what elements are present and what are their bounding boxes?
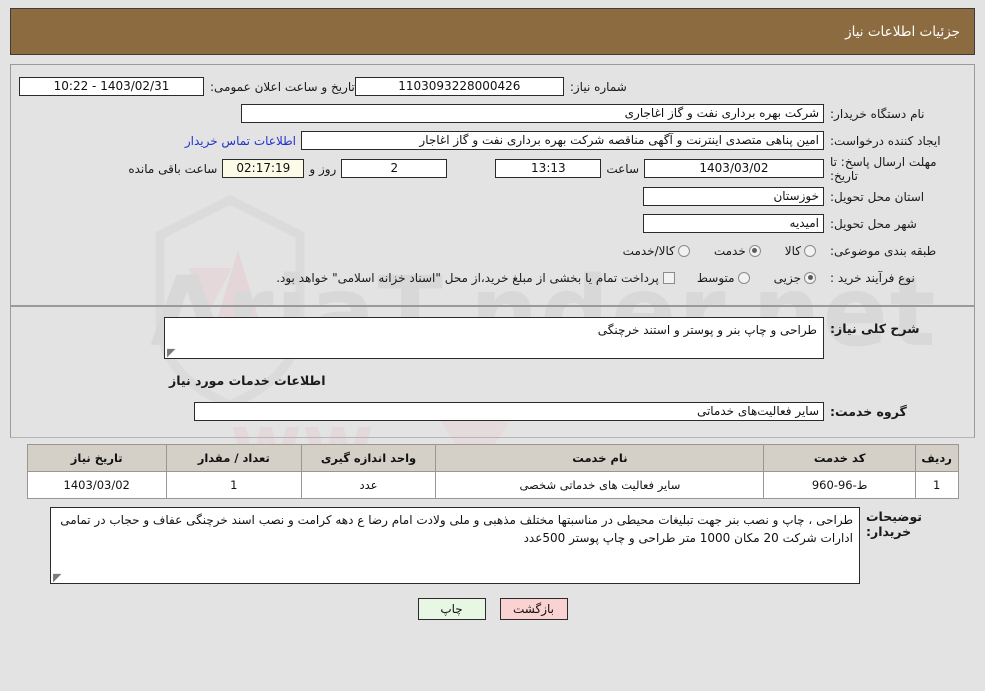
cell-unit: عدد: [300, 471, 437, 499]
table-header-row: ردیف کد خدمت نام خدمت واحد اندازه گیری ت…: [26, 444, 959, 472]
buyer-notes-textarea[interactable]: طراحی ، چاپ و نصب بنر جهت تبلیغات محیطی …: [50, 507, 860, 584]
cell-date: 1403/03/02: [26, 471, 167, 499]
resize-grip-icon[interactable]: ◥: [53, 571, 61, 583]
col-header-qty: تعداد / مقدار: [165, 444, 302, 472]
services-table-wrap: ردیف کد خدمت نام خدمت واحد اندازه گیری ت…: [15, 444, 970, 499]
category-label: طبقه بندی موضوعی:: [830, 243, 937, 258]
service-group-label: گروه خدمت:: [830, 404, 907, 419]
city-value: امیدیه: [643, 214, 824, 233]
radio-category-khedmat-label: خدمت: [713, 243, 746, 258]
creator-value: امین پناهی متصدی اینترنت و آگهی مناقصه ش…: [301, 131, 824, 150]
services-panel: شرح کلی نیاز: طراحی و چاپ بنر و پوستر و …: [10, 307, 975, 438]
row-need-number: شماره نیاز: 1103093228000426 تاریخ و ساع…: [19, 73, 962, 100]
treasury-checkbox-label: پرداخت تمام یا بخشی از مبلغ خرید،از محل …: [276, 270, 659, 285]
description-textarea[interactable]: طراحی و چاپ بنر و پوستر و استند خرچنگی ◥: [164, 317, 824, 359]
need-info-panel: شماره نیاز: 1103093228000426 تاریخ و ساع…: [10, 64, 975, 307]
row-process: نوع فرآیند خرید : جزیی متوسط پرداخت تمام…: [19, 264, 962, 291]
need-number-label: شماره نیاز:: [569, 79, 627, 94]
resize-grip-icon[interactable]: ◥: [167, 346, 175, 358]
remaining-suffix-text: ساعت باقی مانده: [128, 161, 218, 176]
col-header-unit: واحد اندازه گیری: [300, 444, 437, 472]
process-label: نوع فرآیند خرید :: [830, 270, 915, 285]
creator-label: ایجاد کننده درخواست:: [830, 133, 941, 148]
radio-category-khedmat[interactable]: [748, 244, 761, 257]
col-header-code: کد خدمت: [763, 444, 916, 472]
announce-datetime-label: تاریخ و ساعت اعلان عمومی:: [210, 79, 355, 94]
remaining-clock-value: 02:17:19: [222, 159, 305, 178]
buyer-notes-value: طراحی ، چاپ و نصب بنر جهت تبلیغات محیطی …: [60, 513, 853, 545]
deadline-hour-label: ساعت: [606, 161, 639, 176]
buyer-org-label: نام دستگاه خریدار:: [830, 106, 925, 121]
page-title: جزئیات اطلاعات نیاز: [845, 23, 960, 40]
description-value: طراحی و چاپ بنر و پوستر و استند خرچنگی: [597, 323, 817, 337]
radio-category-kala-label: کالا: [784, 243, 801, 258]
radio-category-kala-khedmat-label: کالا/خدمت: [622, 243, 675, 258]
province-label: استان محل تحویل:: [830, 189, 925, 204]
deadline-label: مهلت ارسال پاسخ: تا تاریخ:: [830, 154, 937, 183]
print-button[interactable]: چاپ: [417, 598, 486, 620]
services-heading: اطلاعات خدمات مورد نیاز: [169, 373, 326, 388]
row-category: طبقه بندی موضوعی: کالا خدمت کالا/خدمت: [19, 237, 962, 264]
radio-process-motavasset[interactable]: [737, 271, 750, 284]
cell-qty: 1: [165, 471, 302, 499]
deadline-time-value: 13:13: [495, 159, 602, 178]
row-deadline: مهلت ارسال پاسخ: تا تاریخ: 1403/03/02 سا…: [19, 154, 962, 183]
announce-datetime-value: 1403/02/31 - 10:22: [19, 77, 204, 96]
page-root: جزئیات اطلاعات نیاز شماره نیاز: 11030932…: [0, 0, 985, 691]
remaining-days-text: روز و: [309, 161, 337, 176]
radio-category-kala[interactable]: [804, 244, 816, 257]
cell-radif: 1: [914, 471, 959, 499]
row-province: استان محل تحویل: خوزستان: [19, 183, 962, 210]
action-buttons: بازگشت چاپ: [10, 598, 975, 620]
radio-process-jozi[interactable]: [804, 271, 816, 284]
row-city: شهر محل تحویل: امیدیه: [19, 210, 962, 237]
buyer-org-value: شرکت بهره برداری نفت و گاز اغاجاری: [241, 104, 824, 123]
row-buyer-org: نام دستگاه خریدار: شرکت بهره برداری نفت …: [19, 100, 962, 127]
radio-process-motavasset-label: متوسط: [696, 270, 735, 285]
city-label: شهر محل تحویل:: [830, 216, 917, 231]
province-value: خوزستان: [643, 187, 824, 206]
col-header-date: تاریخ نیاز: [26, 444, 167, 472]
table-row[interactable]: 1 ط-96-960 سایر فعالیت های خدماتی شخصی ع…: [26, 471, 959, 499]
cell-code: ط-96-960: [763, 471, 916, 499]
buyer-contact-link[interactable]: اطلاعات تماس خریدار: [180, 134, 301, 148]
row-creator: ایجاد کننده درخواست: امین پناهی متصدی ای…: [19, 127, 962, 154]
description-label: شرح کلی نیاز:: [830, 321, 920, 336]
service-group-value: سایر فعالیت‌های خدماتی: [194, 402, 824, 421]
col-header-name: نام خدمت: [435, 444, 765, 472]
need-number-value: 1103093228000426: [354, 77, 564, 96]
treasury-checkbox[interactable]: [662, 271, 675, 284]
back-button[interactable]: بازگشت: [499, 598, 568, 620]
buyer-notes-label: توضیحات خریدار:: [866, 509, 922, 539]
deadline-date-value: 1403/03/02: [644, 159, 824, 178]
page-header: جزئیات اطلاعات نیاز: [10, 8, 975, 55]
col-header-radif: ردیف: [914, 444, 959, 472]
buyer-notes-row: توضیحات خریدار: طراحی ، چاپ و نصب بنر جه…: [10, 507, 970, 584]
remaining-days-value: 2: [341, 159, 448, 178]
services-table: ردیف کد خدمت نام خدمت واحد اندازه گیری ت…: [26, 444, 959, 499]
radio-category-kala-khedmat[interactable]: [677, 244, 690, 257]
radio-process-jozi-label: جزیی: [773, 270, 801, 285]
cell-name: سایر فعالیت های خدماتی شخصی: [435, 471, 765, 499]
